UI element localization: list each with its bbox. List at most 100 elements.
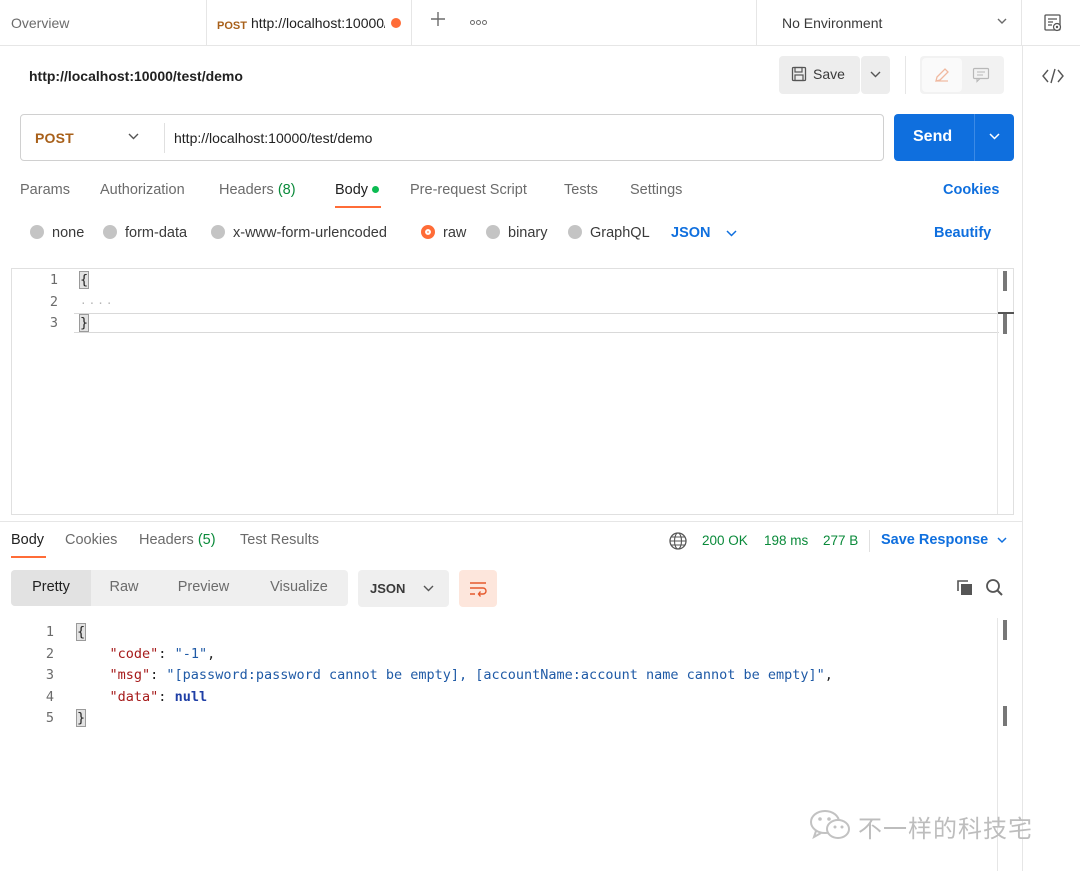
save-button[interactable]: Save	[779, 56, 860, 94]
save-options-dropdown[interactable]	[861, 56, 890, 94]
response-format-select[interactable]: JSON	[358, 570, 449, 607]
view-visualize[interactable]: Visualize	[250, 570, 348, 606]
tab-headers[interactable]: Headers (8)	[219, 182, 296, 198]
url-bar: POST http://localhost:10000/test/demo	[20, 114, 884, 161]
edit-mode-button[interactable]	[922, 58, 962, 92]
line-number: 4	[45, 689, 54, 705]
url-input[interactable]: http://localhost:10000/test/demo	[174, 130, 372, 146]
environment-quick-look-icon[interactable]	[1042, 12, 1064, 34]
radio-label: binary	[508, 225, 548, 241]
radio-label: raw	[443, 225, 467, 241]
chevron-down-icon[interactable]	[996, 536, 1008, 546]
tab-request-active[interactable]: POSThttp://localhost:10000/test/demo	[207, 0, 412, 46]
status-divider	[869, 530, 870, 552]
radio-label: x-www-form-urlencoded	[233, 225, 387, 241]
response-tab-cookies[interactable]: Cookies	[65, 532, 117, 548]
search-icon[interactable]	[985, 578, 1004, 597]
radio-graphql[interactable]: GraphQL	[568, 225, 650, 241]
json-string-value: "[password:password cannot be empty], [a…	[166, 667, 825, 683]
active-tab-indicator	[335, 206, 381, 208]
json-string-value: "-1"	[174, 646, 208, 662]
chevron-down-icon[interactable]	[127, 132, 140, 142]
comment-icon[interactable]	[972, 67, 990, 83]
watermark-text: 不一样的科技宅	[858, 815, 1033, 843]
chevron-down-icon[interactable]	[988, 132, 1001, 142]
tab-authorization[interactable]: Authorization	[100, 182, 185, 198]
http-method-select[interactable]: POST	[35, 130, 74, 146]
json-key: "msg"	[109, 667, 151, 683]
response-tab-test-results[interactable]: Test Results	[240, 532, 319, 548]
radio-indicator	[211, 225, 225, 239]
tab-params[interactable]: Params	[20, 182, 70, 198]
tab-settings[interactable]: Settings	[630, 182, 682, 198]
response-pane-divider[interactable]	[0, 521, 1022, 522]
radio-indicator	[30, 225, 44, 239]
tab-tests[interactable]: Tests	[564, 182, 598, 198]
body-has-content-dot	[372, 186, 380, 193]
view-preview[interactable]: Preview	[157, 570, 250, 606]
request-mode-toggle	[920, 56, 1004, 94]
request-body-editor[interactable]: 1 2 3 { ···· }	[11, 268, 1014, 515]
tab-body[interactable]: Body	[335, 182, 380, 198]
save-response-button[interactable]: Save Response	[881, 532, 988, 548]
new-tab-plus-icon[interactable]	[428, 10, 448, 34]
view-pretty[interactable]: Pretty	[11, 570, 91, 606]
radio-label: form-data	[125, 225, 188, 241]
save-button-label: Save	[813, 66, 845, 82]
environment-selector[interactable]: No Environment	[756, 0, 1022, 46]
radio-indicator	[103, 225, 117, 239]
chevron-down-icon[interactable]	[725, 229, 738, 239]
line-number: 3	[45, 667, 54, 683]
tab-pre-request-script[interactable]: Pre-request Script	[410, 182, 527, 198]
whitespace-indicator: ····	[80, 297, 115, 310]
view-raw[interactable]: Raw	[91, 570, 157, 606]
wrap-lines-button[interactable]	[459, 570, 497, 607]
toolbar-divider	[905, 56, 906, 94]
tab-body-label: Body	[335, 182, 369, 198]
environment-label: No Environment	[782, 15, 883, 31]
radio-form-data[interactable]: form-data	[103, 225, 187, 241]
editor-scrollbar[interactable]	[997, 269, 1014, 514]
unsaved-changes-dot[interactable]	[391, 18, 401, 28]
response-status[interactable]: 200 OK	[702, 533, 748, 548]
line-number: 1	[49, 272, 58, 288]
line-number: 5	[45, 710, 54, 726]
cookies-link[interactable]: Cookies	[943, 182, 999, 198]
response-tab-headers-label: Headers	[139, 532, 194, 548]
radio-label: GraphQL	[590, 225, 650, 241]
tab-headers-label: Headers	[219, 182, 274, 198]
raw-format-select[interactable]: JSON	[671, 225, 711, 241]
send-button[interactable]: Send	[894, 114, 1014, 161]
current-line-highlight	[74, 313, 999, 333]
headers-count: (8)	[277, 182, 296, 198]
globe-icon[interactable]	[668, 531, 688, 551]
code-snippet-icon[interactable]	[1041, 66, 1065, 86]
response-size[interactable]: 277 B	[823, 533, 858, 548]
request-title[interactable]: http://localhost:10000/test/demo	[29, 68, 243, 84]
json-key: "data"	[109, 689, 159, 705]
response-close-brace: }	[75, 709, 87, 727]
tab-overview[interactable]: Overview	[0, 0, 207, 46]
response-time[interactable]: 198 ms	[764, 533, 808, 548]
code-line-1: {	[78, 271, 90, 289]
tab-url-label: http://localhost:10000/test/demo	[250, 15, 385, 31]
save-icon	[791, 66, 807, 82]
response-tab-headers[interactable]: Headers (5)	[139, 532, 216, 548]
radio-indicator	[568, 225, 582, 239]
beautify-link[interactable]: Beautify	[934, 225, 991, 241]
copy-icon[interactable]	[956, 579, 974, 597]
line-number: 3	[49, 315, 58, 331]
code-line-3: }	[78, 314, 90, 332]
response-line-data: "data": null	[109, 689, 208, 705]
response-tab-body[interactable]: Body	[11, 532, 44, 548]
response-format-label: JSON	[370, 581, 406, 596]
line-number: 2	[49, 294, 58, 310]
wechat-logo-icon	[810, 810, 850, 840]
radio-none[interactable]: none	[30, 225, 84, 241]
radio-binary[interactable]: binary	[486, 225, 548, 241]
wrap-lines-icon	[470, 582, 487, 597]
more-tabs-icon[interactable]	[470, 12, 492, 32]
top-tab-bar: Overview POSThttp://localhost:10000/test…	[0, 0, 1080, 46]
radio-x-www-form-urlencoded[interactable]: x-www-form-urlencoded	[211, 225, 387, 241]
radio-raw[interactable]: raw	[421, 225, 466, 241]
